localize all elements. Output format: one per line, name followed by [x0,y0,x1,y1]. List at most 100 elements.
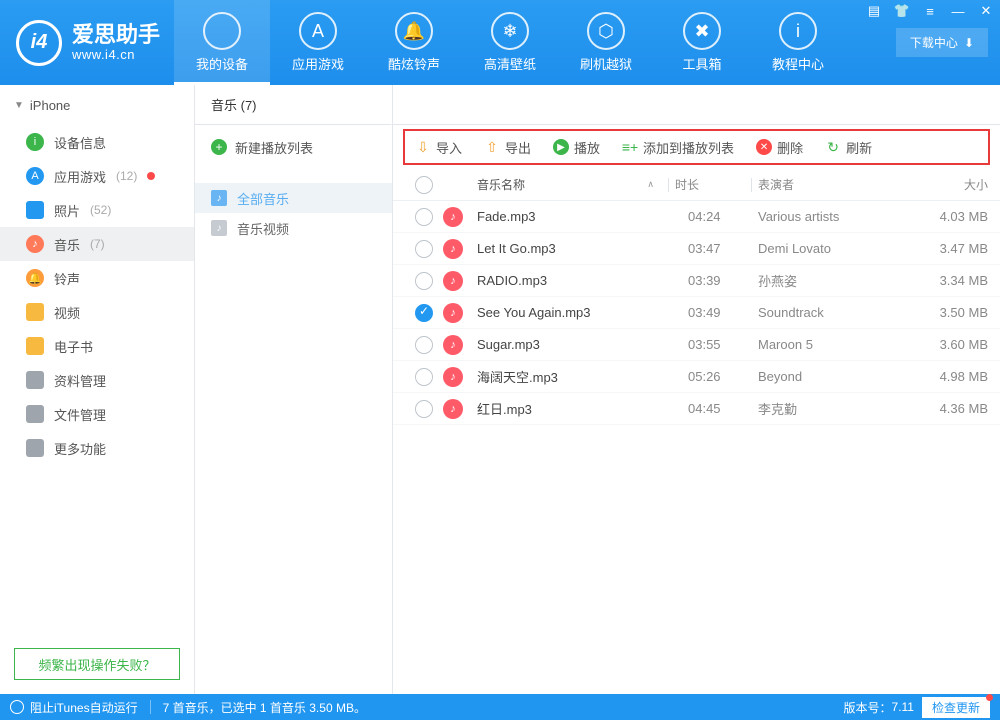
sidebar-item-ebooks[interactable]: 电子书 [0,329,194,363]
nav-label: 我的设备 [196,54,248,73]
sidebar-item-videos[interactable]: 视频 [0,295,194,329]
nav-icon: 🔔 [395,12,433,50]
row-checkbox[interactable] [415,304,433,322]
nav-教程中心[interactable]: i教程中心 [750,0,846,85]
sidebar-item-more[interactable]: 更多功能 [0,431,194,465]
col-size[interactable]: 大小 [908,176,988,193]
col-name[interactable]: 音乐名称 [477,176,525,193]
itunes-toggle-icon[interactable] [10,700,24,714]
check-update-button[interactable]: 检查更新 [922,697,990,718]
refresh-button[interactable]: ↻刷新 [825,138,872,157]
sidebar-item-ringtones[interactable]: 🔔铃声 [0,261,194,295]
new-playlist-label: 新建播放列表 [235,138,313,157]
music-note-icon: ♪ [211,190,227,206]
nav-应用游戏[interactable]: A应用游戏 [270,0,366,85]
song-size: 4.36 MB [908,401,988,416]
table-row[interactable]: ♪See You Again.mp303:49Soundtrack3.50 MB [393,297,1000,329]
toolbar: ⇩导入 ⇧导出 ▶播放 ≡+添加到播放列表 ✕删除 ↻刷新 [403,129,990,165]
nav-label: 教程中心 [772,54,824,73]
row-checkbox[interactable] [415,208,433,226]
music-tab[interactable]: 音乐 (7) [195,85,392,125]
menu-icon[interactable]: ≡ [916,0,944,22]
table-row[interactable]: ♪RADIO.mp303:39孙燕姿3.34 MB [393,265,1000,297]
row-checkbox[interactable] [415,336,433,354]
song-name: 海阔天空.mp3 [477,367,688,386]
nav-高清壁纸[interactable]: ❄高清壁纸 [462,0,558,85]
sidebar-item-photos[interactable]: 照片(52) [0,193,194,227]
row-checkbox[interactable] [415,240,433,258]
logo-badge: i4 [16,20,62,66]
table-row[interactable]: ♪ 海阔天空.mp305:26Beyond4.98 MB [393,361,1000,393]
nav-label: 酷炫铃声 [388,54,440,73]
music-file-icon: ♪ [443,367,463,387]
help-link[interactable]: 频繁出现操作失败？ [14,648,180,680]
sidebar-item-count: (7) [90,237,105,251]
device-selector[interactable]: ▼ iPhone [0,85,194,125]
play-button[interactable]: ▶播放 [553,138,600,157]
select-all-checkbox[interactable] [415,176,433,194]
music-file-icon: ♪ [443,399,463,419]
col-duration[interactable]: 时长 [675,176,745,193]
row-checkbox[interactable] [415,368,433,386]
category-all-music[interactable]: ♪ 全部音乐 [195,183,392,213]
sidebar-item-music[interactable]: ♪音乐(7) [0,227,194,261]
version-number: 7.11 [892,700,914,714]
col-artist[interactable]: 表演者 [758,176,908,193]
close-icon[interactable]: ✕ [972,0,1000,22]
row-checkbox[interactable] [415,400,433,418]
export-button[interactable]: ⇧导出 [484,138,531,157]
add-to-playlist-button[interactable]: ≡+添加到播放列表 [622,138,734,157]
itunes-toggle-label[interactable]: 阻止iTunes自动运行 [30,699,138,716]
sort-asc-icon[interactable]: ∧ [647,179,662,190]
sidebar-item-device-info[interactable]: i设备信息 [0,125,194,159]
table-row[interactable]: ♪Sugar.mp303:55Maroon 53.60 MB [393,329,1000,361]
more-icon [26,439,44,457]
song-size: 3.47 MB [908,241,988,256]
nav-icon: ✖ [683,12,721,50]
table-row[interactable]: ♪Fade.mp304:24Various artists4.03 MB [393,201,1000,233]
song-duration: 03:47 [688,241,758,256]
nav-酷炫铃声[interactable]: 🔔 酷炫铃声 [366,0,462,85]
new-playlist-button[interactable]: + 新建播放列表 [195,125,392,169]
nav-刷机越狱[interactable]: ⬡刷机越狱 [558,0,654,85]
download-icon: ⬇ [964,36,974,50]
download-center-button[interactable]: 下载中心 ⬇ [896,28,988,57]
song-artist: Various artists [758,209,908,224]
song-duration: 05:26 [688,369,758,384]
feedback-icon[interactable]: ▤ [860,0,888,22]
table-row[interactable]: ♪Let It Go.mp303:47Demi Lovato3.47 MB [393,233,1000,265]
import-button[interactable]: ⇩导入 [415,138,462,157]
sidebar-item-label: 应用游戏 [54,167,106,186]
row-checkbox[interactable] [415,272,433,290]
song-name: Fade.mp3 [477,209,688,224]
category-music-video[interactable]: ♪ 音乐视频 [195,213,392,243]
music-file-icon: ♪ [443,335,463,355]
nav-label: 刷机越狱 [580,54,632,73]
song-size: 3.34 MB [908,273,988,288]
ringtones-icon: 🔔 [26,269,44,287]
sidebar-item-apps[interactable]: A应用游戏(12) [0,159,194,193]
sidebar-item-label: 设备信息 [54,133,106,152]
song-size: 3.60 MB [908,337,988,352]
song-artist: Beyond [758,369,908,384]
minimize-icon[interactable]: — [944,0,972,22]
table-row[interactable]: ♪红日.mp304:45李克勤4.36 MB [393,393,1000,425]
song-artist: Soundtrack [758,305,908,320]
app-header: i4 爱思助手 www.i4.cn 我的设备A应用游戏🔔酷炫铃声❄高清壁纸⬡刷机… [0,0,1000,85]
sidebar-item-files[interactable]: 文件管理 [0,397,194,431]
skin-icon[interactable]: 👕 [888,0,916,22]
nav-工具箱[interactable]: ✖ 工具箱 [654,0,750,85]
song-size: 4.98 MB [908,369,988,384]
sidebar: ▼ iPhone i设备信息A应用游戏(12)照片(52)♪音乐(7)🔔铃声视频… [0,85,195,694]
nav-label: 工具箱 [683,54,722,73]
nav-我的设备[interactable]: 我的设备 [174,0,270,85]
sidebar-item-label: 更多功能 [54,439,106,458]
delete-button[interactable]: ✕删除 [756,138,803,157]
music-icon: ♪ [26,235,44,253]
song-artist: Maroon 5 [758,337,908,352]
sidebar-item-data[interactable]: 资料管理 [0,363,194,397]
status-bar: 阻止iTunes自动运行 7 首音乐，已选中 1 首音乐 3.50 MB。 版本… [0,694,1000,720]
song-name: RADIO.mp3 [477,273,688,288]
song-artist: Demi Lovato [758,241,908,256]
import-icon: ⇩ [415,139,431,155]
